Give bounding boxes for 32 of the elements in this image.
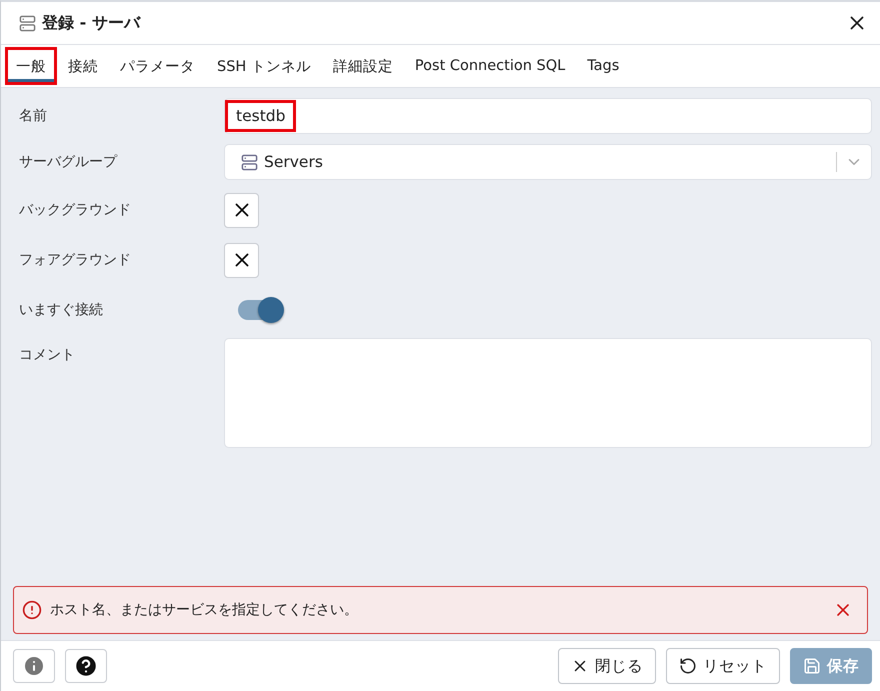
info-button[interactable] [13,649,55,683]
name-field[interactable]: testdb [224,98,872,134]
field-label: いますぐ接続 [19,301,104,319]
color-picker[interactable] [224,192,259,228]
field-label: 名前 [19,107,48,125]
help-icon [73,653,99,679]
help-button[interactable] [65,649,107,683]
error-message: ホスト名、またはサービスを指定してください。 [50,601,359,619]
color-picker[interactable] [224,242,259,278]
connect-switch[interactable] [238,300,282,320]
tab[interactable]: Tags [576,47,630,85]
server-group-select[interactable]: Servers [224,144,872,180]
tab[interactable]: パラメータ [109,47,206,85]
field-label: コメント [19,346,76,364]
tab[interactable]: Post Connection SQL [404,47,576,85]
save-icon [803,657,821,675]
field-label: フォアグラウンド [19,251,132,269]
window-title: 登録 - サーバ [42,12,142,34]
comment-field[interactable] [224,338,872,448]
tab[interactable]: 接続 [57,47,109,85]
server-icon [19,14,36,32]
field-label: バックグラウンド [19,201,132,219]
close-button[interactable]: 閉じる [558,648,656,684]
reset-icon [679,657,697,675]
tab[interactable]: 詳細設定 [322,47,404,85]
tab[interactable]: SSH トンネル [206,47,322,85]
alert-icon [22,600,42,620]
info-icon [22,654,46,678]
server-icon [241,154,258,170]
field-label: サーバグループ [19,153,118,171]
reset-button[interactable]: リセット [666,648,780,684]
tab[interactable]: 一般 [5,47,57,85]
